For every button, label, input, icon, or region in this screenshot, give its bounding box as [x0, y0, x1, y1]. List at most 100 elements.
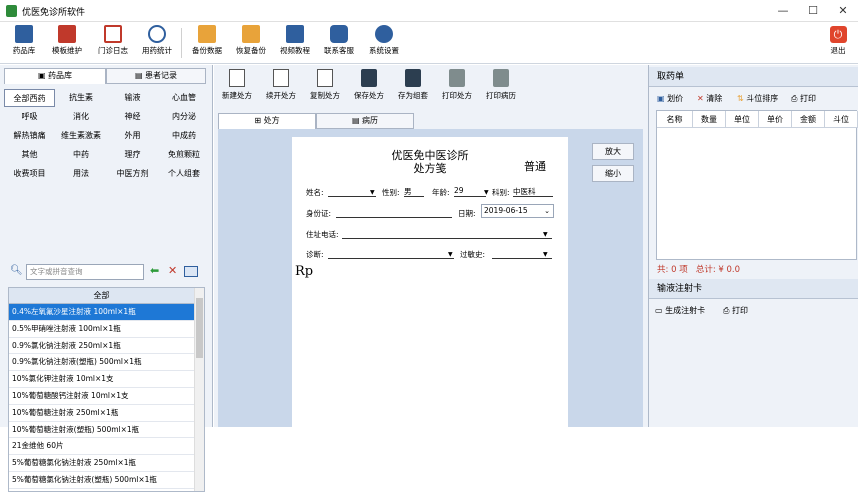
prescription-toolbar-button[interactable]: 存为组套: [392, 69, 434, 107]
sex-field[interactable]: 男: [404, 186, 424, 197]
print-card-button[interactable]: ⎙ 打印: [723, 305, 748, 316]
chevron-down-icon[interactable]: ▼: [484, 189, 489, 196]
category-item[interactable]: 消化: [56, 108, 107, 126]
toolbar-settings[interactable]: 系统设置: [364, 25, 404, 63]
list-item[interactable]: 0.5%甲硝唑注射液 100ml×1瓶: [9, 321, 194, 338]
category-item[interactable]: 其他: [4, 146, 55, 164]
prescription-toolbar-button[interactable]: 复制处方: [304, 69, 346, 107]
category-item[interactable]: 理疗: [107, 146, 158, 164]
category-item[interactable]: 中成药: [159, 127, 210, 145]
list-item[interactable]: 10%葡萄糖酸钙注射液 10ml×1支: [9, 388, 194, 405]
category-item[interactable]: 中医方剂: [107, 165, 158, 183]
clear-button[interactable]: ✕ 清除: [697, 93, 722, 104]
printer-icon: [493, 69, 509, 87]
zoom-in-button[interactable]: 放大: [592, 143, 634, 160]
id-field[interactable]: [336, 207, 452, 218]
category-item[interactable]: 免煎颗粒: [159, 146, 210, 164]
allergy-label: 过敏史:: [460, 250, 486, 259]
category-item[interactable]: 解热镇痛: [4, 127, 55, 145]
rp-symbol: Rp: [295, 264, 314, 279]
toolbar-backup[interactable]: 备份数据: [188, 25, 226, 63]
toolbar-drug-stats[interactable]: 用药统计: [138, 25, 176, 63]
list-item[interactable]: 0.9%氯化钠注射液(塑瓶) 500ml×1瓶: [9, 354, 194, 372]
toolbar-support[interactable]: 联系客服: [320, 25, 358, 63]
category-item[interactable]: 全部西药: [4, 89, 55, 107]
list-header: 全部: [9, 288, 194, 304]
list-item[interactable]: 10%葡萄糖注射液(塑瓶) 500ml×1瓶: [9, 422, 194, 439]
chevron-down-icon[interactable]: ▼: [448, 251, 453, 258]
dept-field[interactable]: 中医科: [513, 186, 553, 197]
name-field[interactable]: [328, 186, 376, 197]
toolbar-template[interactable]: 模板维护: [48, 25, 86, 63]
address-field[interactable]: [342, 228, 552, 239]
chevron-down-icon[interactable]: ▼: [370, 189, 375, 196]
dispensing-table: 名称 数量 单位 单价 金额 斗位: [656, 110, 858, 260]
sort-button[interactable]: ⇅ 斗位排序: [737, 93, 778, 104]
toolbar-restore[interactable]: 恢复备份: [232, 25, 270, 63]
list-item[interactable]: 10%葡萄糖注射液 250ml×1瓶: [9, 405, 194, 422]
minimize-button[interactable]: —: [768, 3, 798, 19]
prescription-toolbar-button[interactable]: 保存处方: [348, 69, 390, 107]
chevron-down-icon[interactable]: ▼: [543, 231, 548, 238]
zoom-out-button[interactable]: 缩小: [592, 165, 634, 182]
prescription-toolbar-button[interactable]: 打印处方: [436, 69, 478, 107]
continue-file-icon: [273, 69, 289, 87]
category-item[interactable]: 心血管: [159, 89, 210, 107]
column-header[interactable]: 金额: [792, 111, 825, 128]
diagnosis-field[interactable]: [328, 248, 454, 259]
tab-patient-records[interactable]: ▤ 患者记录: [106, 68, 206, 84]
category-item[interactable]: 呼吸: [4, 108, 55, 126]
age-field[interactable]: 29: [454, 186, 486, 197]
generate-card-button[interactable]: ▭ 生成注射卡: [655, 305, 705, 316]
exit-button[interactable]: ⏻ 退出: [824, 26, 852, 62]
price-icon: ▣: [657, 94, 665, 103]
column-header[interactable]: 斗位: [825, 111, 858, 128]
left-panel: ▣ 药品库 ▤ 患者记录 全部西药 抗生素 输液 心血管呼吸 消化 神经 内分泌解热镇痛 维生…: [0, 65, 213, 492]
search-bar: 🔍︎ 文字或拼音查询 ⬅ ✕: [10, 263, 208, 281]
print-button[interactable]: ⎙ 打印: [791, 93, 816, 104]
list-item[interactable]: 5%葡萄糖氯化钠注射液(塑瓶) 500ml×1瓶: [9, 472, 194, 489]
list-item[interactable]: 5%葡萄糖氯化钠注射液 250ml×1瓶: [9, 455, 194, 472]
toolbar-clinic-log[interactable]: 门诊日志: [94, 25, 132, 63]
tab-medicine-library[interactable]: ▣ 药品库: [4, 68, 106, 84]
category-item[interactable]: 输液: [107, 89, 158, 107]
list-item[interactable]: 0.4%左氧氟沙星注射液 100ml×1瓶: [9, 304, 194, 321]
restore-icon: [242, 25, 260, 43]
category-item[interactable]: 神经: [107, 108, 158, 126]
category-item[interactable]: 用法: [56, 165, 107, 183]
chevron-down-icon[interactable]: ▼: [543, 251, 548, 258]
tab-medical-record[interactable]: ▤ 病历: [316, 113, 414, 129]
keyboard-icon[interactable]: [184, 266, 198, 277]
category-item[interactable]: 中药: [56, 146, 107, 164]
column-header[interactable]: 单位: [726, 111, 759, 128]
list-scrollbar[interactable]: [194, 288, 204, 491]
column-header[interactable]: 数量: [693, 111, 726, 128]
prescription-toolbar-button[interactable]: 续开处方: [260, 69, 302, 107]
tab-prescription[interactable]: ⊞ 处方: [218, 113, 316, 129]
category-item[interactable]: 收费项目: [4, 165, 55, 183]
close-button[interactable]: ✕: [828, 3, 858, 19]
date-picker[interactable]: 2019-06-15 ⌄: [481, 204, 554, 218]
medicine-box-icon: [15, 25, 33, 43]
category-item[interactable]: 外用: [107, 127, 158, 145]
list-item[interactable]: 21金维他 60片: [9, 438, 194, 456]
category-item[interactable]: 抗生素: [56, 89, 107, 107]
pie-chart-icon: [148, 25, 166, 43]
column-header[interactable]: 名称: [657, 111, 693, 128]
list-item[interactable]: 10%氯化钾注射液 10ml×1支: [9, 371, 194, 388]
search-input[interactable]: 文字或拼音查询: [26, 264, 144, 280]
toolbar-medicine-library[interactable]: 药品库: [6, 25, 42, 63]
prescription-toolbar-button[interactable]: 新建处方: [216, 69, 258, 107]
clear-icon[interactable]: ✕: [168, 264, 177, 277]
category-item[interactable]: 个人组套: [159, 165, 210, 183]
price-button[interactable]: ▣ 划价: [657, 93, 683, 104]
category-item[interactable]: 内分泌: [159, 108, 210, 126]
category-item[interactable]: 维生素激素: [56, 127, 107, 145]
prescription-toolbar-button[interactable]: 打印病历: [480, 69, 522, 107]
back-arrow-icon[interactable]: ⬅: [150, 264, 159, 277]
maximize-button[interactable]: ☐: [798, 3, 828, 19]
column-header[interactable]: 单价: [759, 111, 792, 128]
toolbar-video[interactable]: 视频教程: [276, 25, 314, 63]
list-item[interactable]: 0.9%氯化钠注射液 250ml×1瓶: [9, 338, 194, 355]
scroll-thumb[interactable]: [196, 298, 203, 358]
